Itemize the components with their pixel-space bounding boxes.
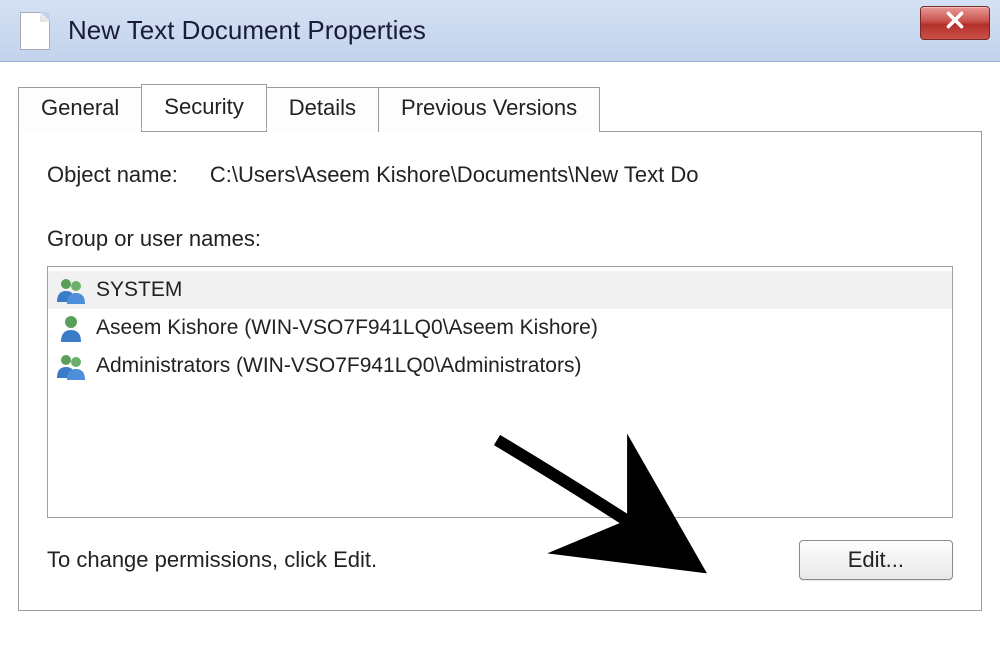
- tab-strip: General Security Details Previous Versio…: [18, 86, 982, 131]
- users-group-icon: [54, 275, 88, 305]
- document-icon: [20, 12, 50, 50]
- user-name: Administrators (WIN-VSO7F941LQ0\Administ…: [96, 354, 581, 378]
- users-group-icon: [54, 351, 88, 381]
- edit-button[interactable]: Edit...: [799, 540, 953, 580]
- user-name: SYSTEM: [96, 278, 182, 302]
- user-icon: [54, 313, 88, 343]
- dialog-content: General Security Details Previous Versio…: [0, 62, 1000, 611]
- list-item[interactable]: SYSTEM: [48, 271, 952, 309]
- tab-security[interactable]: Security: [141, 84, 266, 129]
- user-list[interactable]: SYSTEM Aseem Kishore (WIN-VSO7F941LQ0\As…: [47, 266, 953, 518]
- object-name-value: C:\Users\Aseem Kishore\Documents\New Tex…: [210, 162, 699, 188]
- window-title: New Text Document Properties: [68, 15, 426, 46]
- tab-details[interactable]: Details: [266, 87, 379, 132]
- tab-panel-security: Object name: C:\Users\Aseem Kishore\Docu…: [18, 131, 982, 611]
- close-button[interactable]: [920, 6, 990, 40]
- object-name-label: Object name:: [47, 162, 178, 188]
- user-name: Aseem Kishore (WIN-VSO7F941LQ0\Aseem Kis…: [96, 316, 598, 340]
- tab-previous-versions[interactable]: Previous Versions: [378, 87, 600, 132]
- close-icon: [944, 9, 966, 38]
- permissions-hint: To change permissions, click Edit.: [47, 547, 377, 573]
- list-item[interactable]: Aseem Kishore (WIN-VSO7F941LQ0\Aseem Kis…: [48, 309, 952, 347]
- tab-general[interactable]: General: [18, 87, 142, 132]
- list-item[interactable]: Administrators (WIN-VSO7F941LQ0\Administ…: [48, 347, 952, 385]
- group-or-user-names-label: Group or user names:: [47, 226, 953, 252]
- title-bar: New Text Document Properties: [0, 0, 1000, 62]
